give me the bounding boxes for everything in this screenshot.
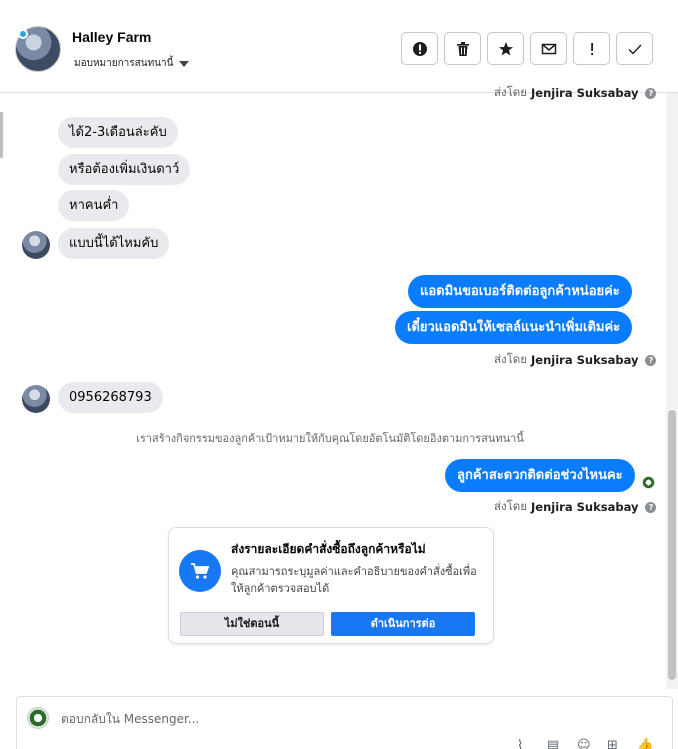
mark-spam-button[interactable] [401, 32, 438, 65]
attach-icon[interactable]: ⌇ [517, 739, 533, 749]
message-bubble-incoming[interactable]: ได้2-3เดือนล่ะคับ [58, 117, 178, 148]
mark-done-button[interactable] [616, 32, 653, 65]
message-bubble-outgoing[interactable]: แอดมินขอเบอร์ติดต่อลูกค้าหน่อยค่ะ [408, 275, 632, 308]
trash-icon [456, 41, 469, 56]
order-details-card: ส่งรายละเอียดคำสั่งซื้อถึงลูกค้าหรือไม่ … [168, 527, 494, 644]
page-name[interactable]: Halley Farm [72, 29, 151, 45]
delete-button[interactable] [444, 32, 481, 65]
caret-down-icon [179, 60, 190, 67]
conversation-header: Halley Farm มอบหมายการสนทนานี้ [0, 0, 678, 93]
message-bubble-incoming[interactable]: หรือต้องเพิ่มเงินดาว์ [58, 154, 191, 185]
help-icon[interactable]: ? [645, 501, 657, 513]
card-description: คุณสามารถระบุมูลค่าและคำอธิบายของคำสั่งซ… [231, 565, 477, 595]
sent-by-label: ส่งโดย Jenjira Suksabay ? [494, 498, 657, 516]
message-bubble-incoming[interactable]: หาคนค่ำ [58, 190, 130, 221]
reply-input[interactable] [61, 709, 621, 729]
customer-avatar[interactable] [22, 231, 50, 259]
assign-label: มอบหมายการสนทนานี้ [74, 58, 174, 69]
composer-tools: ⌇ ▤ ☺ ⊞ 👍 [517, 739, 653, 749]
sent-by-prefix: ส่งโดย [494, 499, 528, 513]
envelope-icon [541, 43, 556, 54]
message-bubble-incoming[interactable]: แบบนี้ได้ไหมคับ [58, 228, 170, 259]
message-bubble-outgoing[interactable]: ลูกค้าสะดวกติดต่อช่วงไหนคะ [445, 459, 635, 492]
conversation-toolbar [401, 32, 653, 65]
scrollbar-thumb[interactable] [668, 410, 676, 680]
not-now-button[interactable]: ไม่ใช่ตอนนี้ [180, 612, 324, 636]
help-icon[interactable]: ? [645, 354, 657, 366]
emoji-icon[interactable]: ☺ [577, 739, 593, 749]
left-scroll-edge [0, 112, 3, 158]
assign-conversation-dropdown[interactable]: มอบหมายการสนทนานี้ [74, 56, 190, 71]
like-icon[interactable]: 👍 [637, 739, 653, 749]
sender-name: Jenjira Suksabay [531, 353, 639, 367]
exclamation-icon [590, 42, 593, 55]
sent-by-prefix: ส่งโดย [494, 352, 528, 366]
star-icon [498, 41, 513, 55]
check-icon [628, 44, 642, 55]
cart-icon[interactable]: ⊞ [607, 739, 623, 749]
customer-avatar[interactable] [22, 385, 50, 413]
online-dot [18, 29, 28, 39]
sender-name: Jenjira Suksabay [531, 86, 639, 100]
system-notice: เราสร้างกิจกรรมของลูกค้าเป้าหมายให้กับคุ… [136, 432, 524, 445]
message-bubble-incoming[interactable]: 0956268793 [58, 382, 163, 413]
sender-name: Jenjira Suksabay [531, 500, 639, 514]
message-bubble-outgoing[interactable]: เดี๋ยวแอดมินให้เซลล์แนะนำเพิ่มเติมค่ะ [395, 311, 633, 344]
reply-composer: ⌇ ▤ ☺ ⊞ 👍 [16, 696, 673, 749]
cart-icon [179, 550, 221, 592]
follow-up-button[interactable] [573, 32, 610, 65]
sent-by-label: ส่งโดย Jenjira Suksabay ? [494, 351, 657, 369]
star-button[interactable] [487, 32, 524, 65]
help-icon[interactable]: ? [645, 87, 657, 99]
sent-by-label: ส่งโดย Jenjira Suksabay ? [494, 84, 657, 102]
saved-replies-icon[interactable]: ▤ [547, 739, 563, 749]
sent-by-prefix: ส่งโดย [494, 85, 528, 99]
continue-button[interactable]: ดำเนินการต่อ [331, 612, 475, 636]
mark-unread-button[interactable] [530, 32, 567, 65]
seen-avatar-icon [642, 476, 655, 489]
page-avatar-small [27, 707, 49, 729]
alert-circle-icon [412, 41, 427, 56]
card-title: ส่งรายละเอียดคำสั่งซื้อถึงลูกค้าหรือไม่ [231, 542, 426, 556]
page-avatar[interactable] [15, 26, 61, 72]
